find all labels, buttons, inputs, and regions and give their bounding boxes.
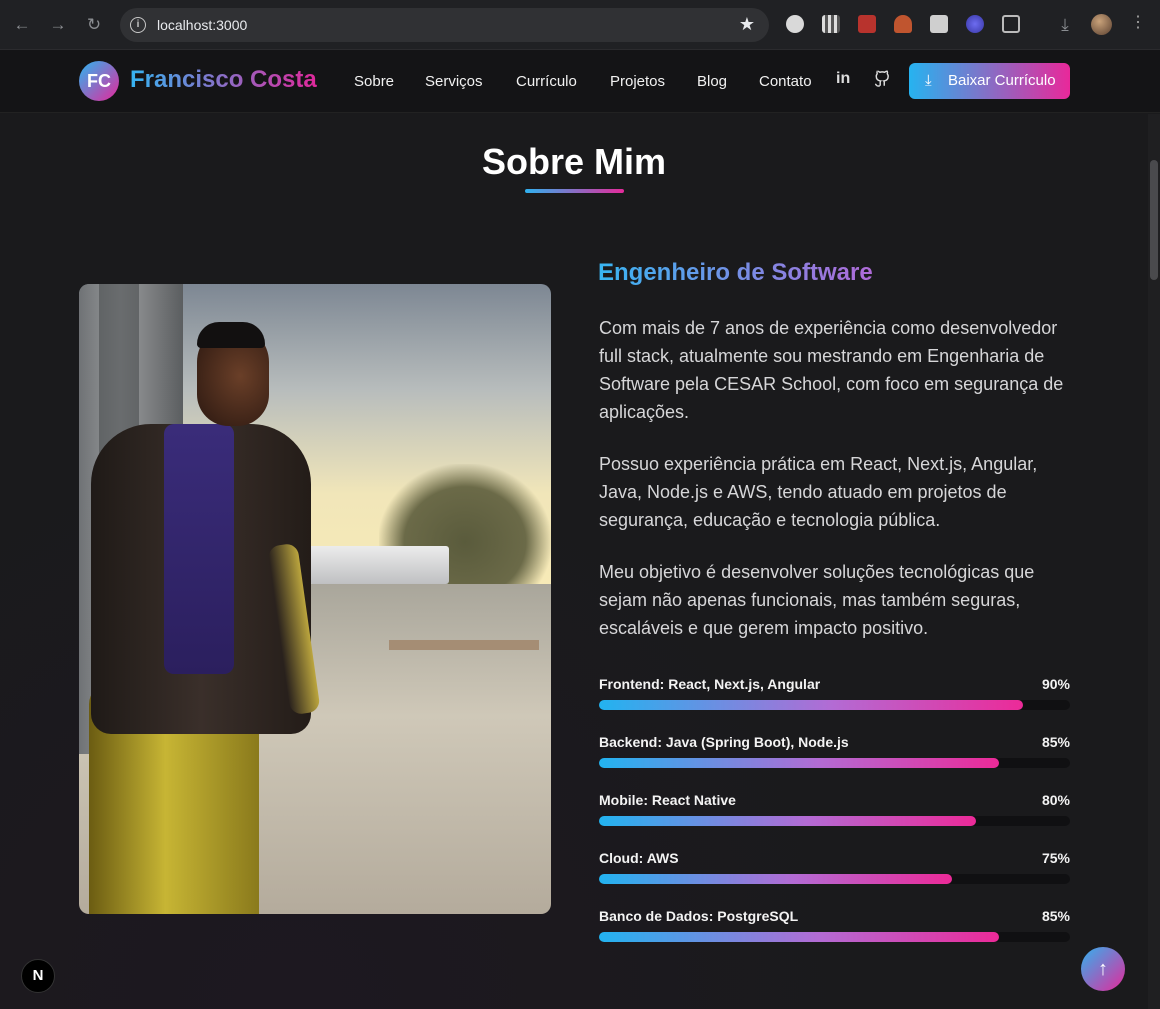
nav-link-servicos[interactable]: Serviços: [425, 73, 483, 90]
skill-progress-fill: [599, 700, 1023, 710]
bookmark-star-icon[interactable]: ★: [739, 14, 755, 35]
skill-item: Mobile: React Native 80%: [599, 792, 1070, 832]
nav-link-curriculo[interactable]: Currículo: [516, 73, 577, 90]
profile-photo: [79, 284, 551, 914]
arrow-up-icon: ↑: [1098, 958, 1108, 980]
title-underline: [525, 189, 624, 193]
about-paragraph: Com mais de 7 anos de experiência como d…: [599, 318, 1064, 422]
skill-progress-fill: [599, 932, 1000, 942]
nextjs-dev-badge[interactable]: N: [21, 959, 55, 993]
logo-name[interactable]: Francisco Costa: [130, 66, 317, 94]
site-info-icon[interactable]: i: [130, 17, 146, 33]
github-icon[interactable]: [873, 70, 891, 93]
extension-icon[interactable]: [786, 15, 804, 33]
site-header: FC Francisco Costa Sobre Serviços Curríc…: [0, 50, 1160, 113]
browser-menu-icon[interactable]: ⋮: [1130, 12, 1146, 32]
skill-item: Banco de Dados: PostgreSQL 85%: [599, 908, 1070, 948]
back-button[interactable]: ←: [10, 13, 34, 37]
skill-name: Frontend: React, Next.js, Angular: [599, 676, 821, 692]
skill-progress-track: [599, 874, 1070, 884]
browser-toolbar: ← → ↻ i localhost:3000 ★ ⤓ ⋮: [0, 0, 1160, 50]
nav-link-contato[interactable]: Contato: [759, 73, 812, 90]
qr-extension-icon[interactable]: [822, 15, 840, 33]
skill-progress-fill: [599, 758, 1000, 768]
scrollbar-thumb[interactable]: [1150, 160, 1158, 280]
skill-item: Cloud: AWS 75%: [599, 850, 1070, 890]
skill-percent: 85%: [1041, 908, 1070, 924]
reload-button[interactable]: ↻: [82, 13, 106, 37]
nav-link-sobre[interactable]: Sobre: [354, 73, 394, 90]
about-subtitle: Engenheiro de Software: [598, 259, 873, 286]
skill-percent: 80%: [1041, 792, 1070, 808]
about-section: Sobre Mim Engenheiro de Software Com mai…: [0, 114, 1160, 1009]
skill-progress-fill: [599, 874, 953, 884]
skill-progress-track: [599, 816, 1070, 826]
forward-button[interactable]: →: [46, 13, 70, 37]
page-scrollbar[interactable]: [1148, 114, 1160, 1009]
document-extension-icon[interactable]: [930, 15, 948, 33]
nav-link-blog[interactable]: Blog: [697, 73, 727, 90]
logo-badge[interactable]: FC: [79, 61, 119, 101]
skill-name: Backend: Java (Spring Boot), Node.js: [599, 734, 849, 750]
skill-item: Frontend: React, Next.js, Angular 90%: [599, 676, 1070, 716]
skill-item: Backend: Java (Spring Boot), Node.js 85%: [599, 734, 1070, 774]
skill-name: Cloud: AWS: [599, 850, 679, 866]
skill-progress-track: [599, 932, 1070, 942]
skill-progress-track: [599, 700, 1070, 710]
skill-progress-fill: [599, 816, 976, 826]
skill-name: Mobile: React Native: [599, 792, 736, 808]
extension-icon[interactable]: [858, 15, 876, 33]
extension-icon[interactable]: [894, 15, 912, 33]
about-paragraph: Possuo experiência prática em React, Nex…: [599, 454, 1038, 530]
profile-avatar[interactable]: [1091, 14, 1112, 35]
about-paragraph: Meu objetivo é desenvolver soluções tecn…: [599, 562, 1035, 638]
url-text[interactable]: localhost:3000: [157, 17, 247, 33]
download-cv-button[interactable]: ⤓ Baixar Currículo: [909, 63, 1070, 99]
puzzle-extensions-icon[interactable]: [1002, 15, 1020, 33]
skill-percent: 75%: [1041, 850, 1070, 866]
skill-progress-track: [599, 758, 1070, 768]
download-cv-label: Baixar Currículo: [948, 72, 1056, 89]
linkedin-icon[interactable]: in: [836, 70, 850, 88]
address-bar[interactable]: i localhost:3000 ★: [120, 8, 769, 42]
download-icon: ⤓: [925, 72, 932, 89]
download-icon[interactable]: ⤓: [1053, 13, 1077, 37]
nav-link-projetos[interactable]: Projetos: [610, 73, 665, 90]
skill-percent: 85%: [1041, 734, 1070, 750]
scroll-to-top-button[interactable]: ↑: [1081, 947, 1125, 991]
extension-icon[interactable]: [966, 15, 984, 33]
section-title: Sobre Mim: [481, 141, 667, 182]
skill-name: Banco de Dados: PostgreSQL: [599, 908, 799, 924]
skill-percent: 90%: [1041, 676, 1070, 692]
